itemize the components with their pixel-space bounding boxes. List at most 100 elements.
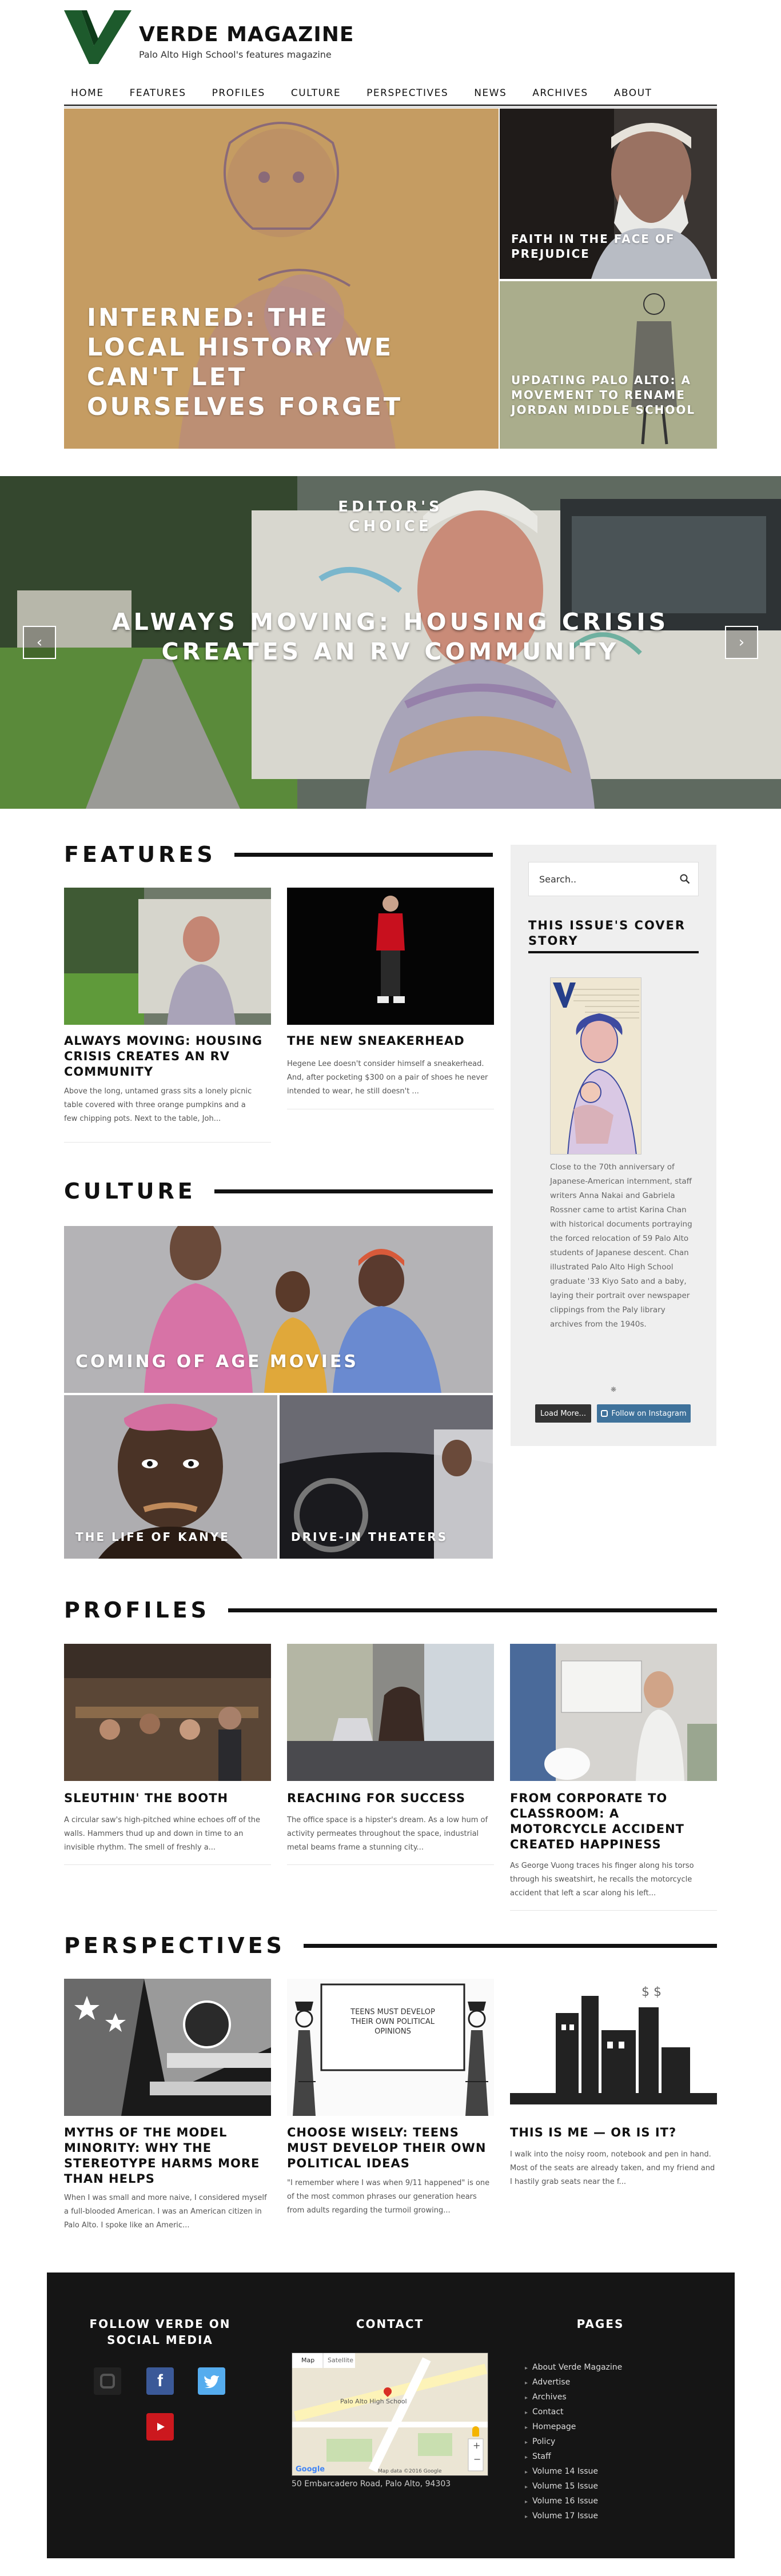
hero-main-tile[interactable]: INTERNED: THE LOCAL HISTORY WE CAN'T LET… [64, 109, 499, 449]
perspective-card-1-image[interactable] [64, 1979, 271, 2116]
nav-perspectives[interactable]: PERSPECTIVES [360, 87, 448, 99]
nav-divider [64, 106, 717, 108]
footer-social-heading: FOLLOW VERDE ON SOCIAL MEDIA [89, 2317, 231, 2347]
nav-features[interactable]: FEATURES [123, 87, 186, 99]
perspective-card-2-excerpt: "I remember where I was when 9/11 happen… [287, 2179, 490, 2215]
perspective-card-3-illustration: $ $ [510, 1979, 717, 2116]
profiles-heading-text[interactable]: PROFILES [64, 1597, 210, 1623]
feature-card-2-image[interactable] [287, 888, 494, 1025]
culture-tile-3-title[interactable]: DRIVE-IN THEATERS [291, 1530, 448, 1544]
profile-card-3-divider [510, 1910, 717, 1911]
feature-card-1-image[interactable] [64, 888, 271, 1025]
map-graphic [292, 2353, 488, 2475]
profile-card-3-image[interactable] [510, 1644, 717, 1781]
nav-culture[interactable]: CULTURE [284, 87, 341, 99]
feature-card-1-excerpt: Above the long, untamed grass sits a lon… [64, 1087, 252, 1123]
load-more-button[interactable]: Load More... [535, 1404, 591, 1423]
footer-link-archives[interactable]: Archives [525, 2390, 622, 2405]
footer-link-about[interactable]: About Verde Magazine [525, 2361, 622, 2375]
slider-title[interactable]: ALWAYS MOVING: HOUSING CRISIS CREATES AN… [80, 607, 701, 666]
hero-top-right-title[interactable]: FAITH IN THE FACE OF PREJUDICE [511, 231, 694, 261]
footer-link-volume-16[interactable]: Volume 16 Issue [525, 2494, 622, 2509]
culture-tile-1-title[interactable]: COMING OF AGE MOVIES [75, 1352, 358, 1372]
hero-bottom-right-illustration [500, 281, 717, 449]
zoom-out-icon[interactable]: − [473, 2454, 481, 2465]
profile-card-2-title[interactable]: REACHING FOR SUCCESS [287, 1791, 494, 1806]
slider-prev-button[interactable]: ‹ [23, 626, 56, 659]
site-title[interactable]: VERDE MAGAZINE [139, 23, 354, 46]
perspectives-heading-rule [303, 1943, 717, 1948]
perspectives-heading-text[interactable]: PERSPECTIVES [64, 1933, 285, 1958]
location-map[interactable]: Map Satellite Palo Alto High School + − … [292, 2353, 488, 2476]
profile-card-2-image[interactable] [287, 1644, 494, 1781]
follow-instagram-label: Follow on Instagram [611, 1409, 687, 1418]
profile-card-2-photo [287, 1644, 494, 1781]
perspective-card-1-title[interactable]: MYTHS OF THE MODEL MINORITY: WHY THE STE… [64, 2125, 271, 2187]
follow-instagram-button[interactable]: Follow on Instagram [597, 1404, 691, 1423]
search-input[interactable]: Search.. [539, 874, 576, 885]
search-icon[interactable] [680, 874, 690, 884]
nav-about[interactable]: ABOUT [607, 87, 652, 99]
hero-bottom-right-title[interactable]: UPDATING PALO ALTO: A MOVEMENT TO RENAME… [511, 373, 700, 417]
cover-illustration [551, 978, 641, 1154]
feature-card-1-divider [64, 1142, 271, 1143]
profile-card-1-image[interactable] [64, 1644, 271, 1781]
footer-link-policy[interactable]: Policy [525, 2435, 622, 2450]
perspective-card-3-title[interactable]: THIS IS ME — OR IS IT? [510, 2125, 717, 2140]
culture-tile-2-title[interactable]: THE LIFE OF KANYE [75, 1530, 230, 1544]
instagram-button[interactable] [94, 2367, 121, 2395]
feature-card-2-excerpt: Hegene Lee doesn't consider himself a sn… [287, 1060, 488, 1096]
culture-tile-3[interactable]: DRIVE-IN THEATERS [280, 1395, 493, 1559]
nav-profiles[interactable]: PROFILES [205, 87, 265, 99]
verde-logo-icon[interactable] [64, 10, 132, 64]
perspective-card-2-title[interactable]: CHOOSE WISELY: TEENS MUST DEVELOP THEIR … [287, 2125, 494, 2171]
culture-heading-text[interactable]: CULTURE [64, 1179, 196, 1204]
profile-card-3-photo [510, 1644, 717, 1781]
cover-story-caption: Close to the 70th anniversary of Japanes… [550, 1163, 692, 1329]
cover-story-image[interactable] [550, 977, 641, 1155]
hero-top-right-tile[interactable]: FAITH IN THE FACE OF PREJUDICE [500, 109, 717, 279]
features-heading-text[interactable]: FEATURES [64, 842, 216, 867]
youtube-button[interactable] [146, 2413, 174, 2441]
footer-link-homepage[interactable]: Homepage [525, 2420, 622, 2435]
pegman-icon[interactable] [472, 2426, 479, 2437]
map-tab-satellite[interactable]: Satellite [328, 2357, 353, 2364]
nav-home[interactable]: HOME [64, 87, 104, 99]
perspectives-heading: PERSPECTIVES [64, 1933, 717, 1958]
perspective-card-3-image[interactable]: $ $ [510, 1979, 717, 2116]
footer-link-staff[interactable]: Staff [525, 2450, 622, 2465]
zoom-in-icon[interactable]: + [473, 2440, 480, 2451]
footer-link-volume-17[interactable]: Volume 17 Issue [525, 2509, 622, 2524]
facebook-icon: f [157, 2371, 163, 2390]
map-data-attribution: Map data ©2016 Google [378, 2469, 442, 2474]
perspective-card-2-image[interactable]: TEENS MUST DEVELOP THEIR OWN POLITICAL O… [287, 1979, 494, 2116]
nav-archives[interactable]: ARCHIVES [525, 87, 588, 99]
map-place-label: Palo Alto High School [340, 2398, 407, 2405]
hero-bottom-right-tile[interactable]: UPDATING PALO ALTO: A MOVEMENT TO RENAME… [500, 281, 717, 449]
profile-card-2-excerpt: The office space is a hipster's dream. A… [287, 1816, 488, 1852]
main-nav: HOME FEATURES PROFILES CULTURE PERSPECTI… [64, 82, 717, 106]
footer-link-volume-14[interactable]: Volume 14 Issue [525, 2465, 622, 2479]
map-tab-map[interactable]: Map [301, 2357, 314, 2364]
load-more-label: Load More... [540, 1409, 586, 1418]
culture-tile-2[interactable]: THE LIFE OF KANYE [64, 1395, 277, 1559]
slider-next-button[interactable]: › [725, 626, 758, 659]
hero-main-title[interactable]: INTERNED: THE LOCAL HISTORY WE CAN'T LET… [87, 303, 430, 422]
twitter-button[interactable] [198, 2367, 225, 2395]
footer-link-volume-15[interactable]: Volume 15 Issue [525, 2479, 622, 2494]
perspective-card-2-sign-text: TEENS MUST DEVELOP THEIR OWN POLITICAL O… [350, 2008, 435, 2036]
cover-story-heading: THIS ISSUE'S COVER STORY [528, 918, 686, 948]
facebook-button[interactable]: f [146, 2367, 174, 2395]
feature-card-2-title[interactable]: THE NEW SNEAKERHEAD [287, 1033, 494, 1049]
editors-choice-text: EDITOR'S CHOICE [338, 498, 443, 535]
profile-card-1-title[interactable]: SLEUTHIN' THE BOOTH [64, 1791, 271, 1806]
youtube-play-icon [157, 2423, 165, 2431]
culture-tile-1[interactable]: COMING OF AGE MOVIES [64, 1226, 493, 1393]
nav-news[interactable]: NEWS [467, 87, 507, 99]
search-box[interactable]: Search.. [528, 862, 699, 896]
footer-link-contact[interactable]: Contact [525, 2405, 622, 2420]
footer-pages-heading: PAGES [576, 2317, 624, 2331]
footer-link-advertise[interactable]: Advertise [525, 2375, 622, 2390]
profile-card-3-title[interactable]: FROM CORPORATE TO CLASSROOM: A MOTORCYCL… [510, 1791, 717, 1852]
feature-card-1-title[interactable]: ALWAYS MOVING: HOUSING CRISIS CREATES AN… [64, 1033, 271, 1080]
